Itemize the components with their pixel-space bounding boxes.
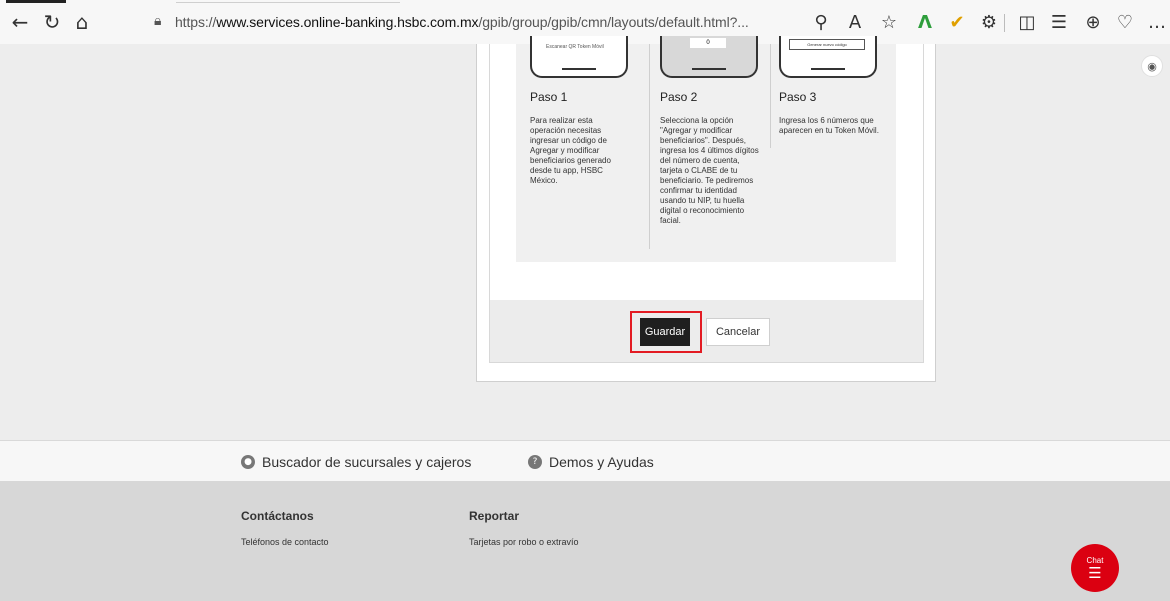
health-icon[interactable]: ♡ <box>1112 10 1138 34</box>
refresh-icon[interactable]: ↻ <box>40 10 64 34</box>
step-3: Generar nuevo código Paso 3 Ingresa los … <box>770 36 879 148</box>
read-aloud-icon[interactable]: A <box>842 10 868 34</box>
home-icon[interactable]: ⌂ <box>70 10 94 34</box>
phone-illustration-1: Escanear QR Token Móvil <box>530 36 628 78</box>
card-inner: Escanear QR Token Móvil Paso 1 Para real… <box>489 36 924 363</box>
steps-panel: Escanear QR Token Móvil Paso 1 Para real… <box>516 36 896 262</box>
phone-mini-text: Escanear QR Token Móvil <box>546 44 604 50</box>
phone-home-bar <box>811 68 845 70</box>
branch-finder-link[interactable]: ● Buscador de sucursales y cajeros <box>241 454 471 470</box>
page-content: ◉ Escanear QR Token Móvil Paso 1 Para re… <box>0 36 1170 601</box>
back-icon[interactable]: ← <box>8 10 32 34</box>
url-text[interactable]: https://www.services.online-banking.hsbc… <box>175 14 749 30</box>
location-pin-icon: ● <box>241 455 255 469</box>
step-title: Paso 3 <box>779 90 817 104</box>
step-text: Para realizar esta operación necesitas i… <box>530 116 611 185</box>
screenshot-icon[interactable]: ◉ <box>1141 55 1163 77</box>
step-text: Ingresa los 6 números que aparecen en tu… <box>779 116 879 135</box>
report-lost-card-link[interactable]: Tarjetas por robo o extravío <box>469 537 579 547</box>
extensions-icon[interactable]: ⚙ <box>976 10 1002 34</box>
save-button[interactable]: Guardar <box>640 318 690 346</box>
chat-icon: ☰ <box>1088 563 1102 582</box>
phone-home-bar <box>692 68 726 70</box>
split-screen-icon[interactable]: ◫ <box>1014 10 1040 34</box>
contact-heading: Contáctanos <box>241 509 314 523</box>
cancel-button[interactable]: Cancelar <box>706 318 770 346</box>
phone-illustration-3: Generar nuevo código <box>779 36 877 78</box>
favorite-star-icon[interactable]: ☆ <box>876 10 902 34</box>
utility-bar: ● Buscador de sucursales y cajeros ? Dem… <box>0 440 1170 481</box>
phone-home-bar <box>562 68 596 70</box>
more-icon[interactable]: … <box>1144 10 1170 34</box>
demos-help-link[interactable]: ? Demos y Ayudas <box>528 454 654 470</box>
lock-icon[interactable]: 🔒︎ <box>154 13 172 31</box>
active-tab-indicator <box>6 0 66 3</box>
report-heading: Reportar <box>469 509 520 523</box>
phone-illustration-2: 0 <box>660 36 758 78</box>
help-icon: ? <box>528 455 542 469</box>
toolbar-separator <box>1004 14 1005 32</box>
step-title: Paso 1 <box>530 90 568 104</box>
contact-phones-link[interactable]: Teléfonos de contacto <box>241 537 329 547</box>
collections-icon[interactable]: ⊕ <box>1080 10 1106 34</box>
branch-finder-label: Buscador de sucursales y cajeros <box>262 454 472 470</box>
phone-field: 0 <box>690 38 726 48</box>
footer: Contáctanos Teléfonos de contacto Report… <box>0 481 1170 601</box>
step-title: Paso 2 <box>660 90 698 104</box>
form-actions: Guardar Cancelar <box>490 300 923 362</box>
extension-a-icon[interactable]: Λ <box>912 10 938 34</box>
demos-help-label: Demos y Ayudas <box>549 454 654 470</box>
step-2: 0 Paso 2 Selecciona la opción "Agregar y… <box>649 36 760 249</box>
beneficiary-card: Escanear QR Token Móvil Paso 1 Para real… <box>476 36 936 382</box>
tab-divider <box>176 2 400 3</box>
step-text: Selecciona la opción "Agregar y modifica… <box>660 116 759 225</box>
extension-check-icon[interactable]: ✔ <box>944 10 970 34</box>
favorites-icon[interactable]: ☰ <box>1046 10 1072 34</box>
zoom-icon[interactable]: ⚲ <box>808 10 834 34</box>
phone-generate-button: Generar nuevo código <box>789 39 865 50</box>
step-1: Escanear QR Token Móvil Paso 1 Para real… <box>528 36 636 249</box>
chat-button[interactable]: Chat ☰ <box>1071 544 1119 592</box>
